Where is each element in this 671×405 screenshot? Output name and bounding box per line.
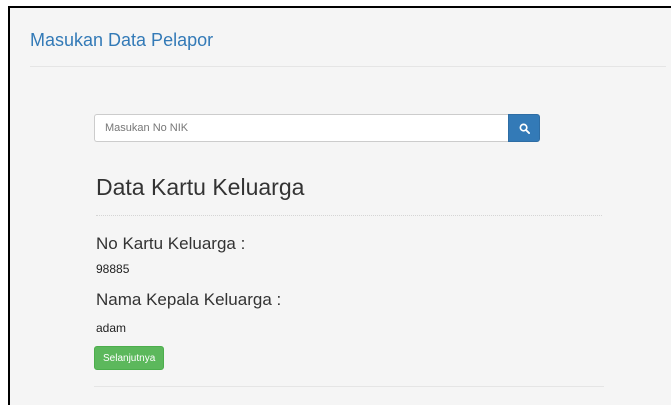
nik-search-input[interactable] [94, 114, 508, 142]
title-divider [30, 66, 666, 67]
heading-divider [96, 215, 602, 216]
nik-search-group [94, 114, 540, 142]
family-card-number-value: 98885 [96, 262, 130, 276]
family-head-name-value: adam [96, 321, 127, 335]
bottom-divider [94, 386, 604, 387]
main-panel: Masukan Data Pelapor Data Kartu Keluarga… [8, 6, 671, 405]
next-button[interactable]: Selanjutnya [94, 346, 165, 370]
family-card-number-label: No Kartu Keluarga : [96, 234, 246, 253]
search-button[interactable] [508, 114, 540, 142]
search-icon [519, 123, 530, 134]
family-head-name-label: Nama Kepala Keluarga : [96, 290, 282, 309]
family-card-heading: Data Kartu Keluarga [96, 174, 305, 200]
panel-title: Masukan Data Pelapor [30, 30, 214, 50]
